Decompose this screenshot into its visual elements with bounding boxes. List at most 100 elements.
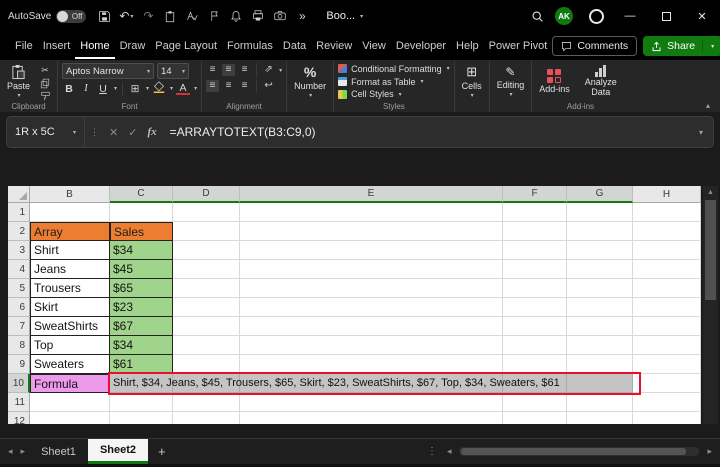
cell[interactable] xyxy=(567,298,633,317)
menu-tab-file[interactable]: File xyxy=(10,34,38,59)
cell[interactable] xyxy=(567,336,633,355)
cell[interactable] xyxy=(240,355,503,374)
cell[interactable] xyxy=(173,393,240,412)
cell-C8[interactable]: $34 xyxy=(110,336,173,355)
cell[interactable] xyxy=(503,393,567,412)
cancel-button[interactable]: ✕ xyxy=(104,126,123,139)
cell-B6[interactable]: Skirt xyxy=(30,298,110,317)
menu-tab-data[interactable]: Data xyxy=(278,34,311,59)
maximize-button[interactable] xyxy=(648,0,684,32)
cell[interactable] xyxy=(633,317,701,336)
sheet-tab-sheet1[interactable]: Sheet1 xyxy=(29,439,88,464)
comments-button[interactable]: Comments xyxy=(552,36,637,56)
underline-button[interactable]: U xyxy=(96,83,110,95)
column-header-F[interactable]: F xyxy=(503,186,567,203)
cell[interactable] xyxy=(173,222,240,241)
cell[interactable] xyxy=(503,222,567,241)
cell[interactable] xyxy=(633,279,701,298)
cell[interactable] xyxy=(567,222,633,241)
cell[interactable] xyxy=(110,393,173,412)
font-size-combo[interactable]: 14▾ xyxy=(157,63,189,79)
sheet-nav-right-icon[interactable]: ▸ xyxy=(17,446,30,457)
cell[interactable] xyxy=(173,298,240,317)
cell[interactable] xyxy=(567,317,633,336)
cell-styles-button[interactable]: Cell Styles▾ xyxy=(338,88,450,100)
select-all-corner[interactable] xyxy=(8,186,30,203)
row-header-2[interactable]: 2 xyxy=(8,222,30,241)
cell[interactable] xyxy=(633,260,701,279)
vertical-scrollbar[interactable]: ▲ xyxy=(703,186,718,424)
row-header-11[interactable]: 11 xyxy=(8,393,30,412)
cell-B9[interactable]: Sweaters xyxy=(30,355,110,374)
insert-function-button[interactable]: fx xyxy=(142,126,161,138)
conditional-formatting-button[interactable]: Conditional Formatting▾ xyxy=(338,63,450,75)
cell[interactable] xyxy=(173,336,240,355)
row-header-9[interactable]: 9 xyxy=(8,355,30,374)
cell[interactable] xyxy=(110,203,173,222)
cell[interactable] xyxy=(633,355,701,374)
cell[interactable] xyxy=(503,260,567,279)
addins-button[interactable]: Add-ins xyxy=(536,63,573,100)
menu-tab-help[interactable]: Help xyxy=(451,34,484,59)
expand-formula-bar-button[interactable]: ▾ xyxy=(689,128,713,137)
save-button[interactable] xyxy=(94,4,114,28)
cell[interactable] xyxy=(240,241,503,260)
minimize-button[interactable]: — xyxy=(612,0,648,32)
number-format-button[interactable]: % Number ▾ xyxy=(291,64,329,99)
row-header-1[interactable]: 1 xyxy=(8,203,30,222)
format-as-table-button[interactable]: Format as Table▾ xyxy=(338,76,450,88)
cell[interactable] xyxy=(240,260,503,279)
enter-button[interactable]: ✓ xyxy=(123,126,142,139)
cut-button[interactable]: ✂ xyxy=(37,65,53,76)
cell[interactable] xyxy=(567,203,633,222)
cell[interactable] xyxy=(503,336,567,355)
document-name[interactable]: Boo...▾ xyxy=(326,10,363,22)
column-header-B[interactable]: B xyxy=(30,186,110,203)
cell[interactable] xyxy=(633,336,701,355)
menu-tab-page-layout[interactable]: Page Layout xyxy=(150,34,222,59)
cell[interactable] xyxy=(567,260,633,279)
cell-B3[interactable]: Shirt xyxy=(30,241,110,260)
column-header-G[interactable]: G xyxy=(567,186,633,203)
align-left-button[interactable]: ≡ xyxy=(206,80,219,92)
cell-B10[interactable]: Formula xyxy=(30,374,110,393)
clipboard-icon[interactable] xyxy=(160,4,180,28)
menu-tab-formulas[interactable]: Formulas xyxy=(222,34,278,59)
cell-B5[interactable]: Trousers xyxy=(30,279,110,298)
align-middle-button[interactable]: ≡ xyxy=(222,64,235,76)
row-header-3[interactable]: 3 xyxy=(8,241,30,260)
row-header-12[interactable]: 12 xyxy=(8,412,30,424)
column-header-C[interactable]: C xyxy=(110,186,173,203)
autosave-switch[interactable]: Off xyxy=(56,10,86,23)
menu-tab-insert[interactable]: Insert xyxy=(38,34,76,59)
cell[interactable] xyxy=(503,412,567,424)
cell[interactable] xyxy=(173,260,240,279)
copy-button[interactable] xyxy=(37,78,53,89)
cell[interactable] xyxy=(633,393,701,412)
cell-C3[interactable]: $34 xyxy=(110,241,173,260)
splitter-dots-icon[interactable]: ⋮ xyxy=(421,446,443,457)
qat-overflow-button[interactable]: » xyxy=(292,4,312,28)
analyze-data-button[interactable]: Analyze Data xyxy=(577,63,625,100)
cell[interactable] xyxy=(503,241,567,260)
cell[interactable] xyxy=(30,412,110,424)
cells-button[interactable]: ⊞ Cells ▾ xyxy=(459,64,485,99)
horizontal-scroll-thumb[interactable] xyxy=(461,448,686,455)
add-sheet-button[interactable]: + xyxy=(148,444,176,459)
menu-tab-review[interactable]: Review xyxy=(311,34,357,59)
wrap-text-button[interactable]: ↩ xyxy=(262,80,275,92)
cell[interactable] xyxy=(567,412,633,424)
cell[interactable] xyxy=(173,241,240,260)
cell-C5[interactable]: $65 xyxy=(110,279,173,298)
cell[interactable] xyxy=(110,412,173,424)
autosave-toggle[interactable]: AutoSave Off xyxy=(8,10,86,23)
flag-icon[interactable] xyxy=(204,4,224,28)
borders-button[interactable]: ⊞ xyxy=(128,83,142,95)
cell[interactable] xyxy=(173,203,240,222)
italic-button[interactable]: I xyxy=(79,83,93,94)
cell[interactable] xyxy=(567,241,633,260)
column-header-H[interactable]: H xyxy=(633,186,701,203)
cell[interactable] xyxy=(30,203,110,222)
fill-color-button[interactable] xyxy=(152,81,166,96)
cell[interactable] xyxy=(173,279,240,298)
